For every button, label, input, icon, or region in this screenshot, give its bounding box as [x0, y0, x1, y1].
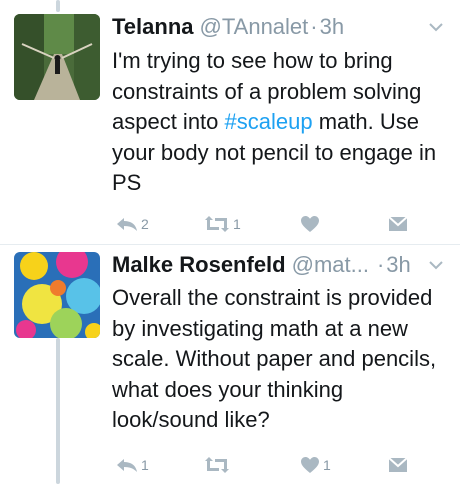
tweet-header: Malke Rosenfeld @mat... ·3h	[112, 252, 446, 286]
avatar-image	[14, 14, 100, 100]
dm-button[interactable]	[388, 453, 408, 477]
separator-dot: ·	[310, 14, 318, 39]
like-count: 1	[323, 457, 331, 473]
display-name[interactable]: Malke Rosenfeld	[112, 252, 286, 277]
timestamp[interactable]: 3h	[386, 252, 410, 277]
avatar-image	[14, 252, 100, 338]
reply-count: 1	[141, 457, 149, 473]
like-button[interactable]	[300, 212, 323, 236]
timestamp[interactable]: 3h	[320, 14, 344, 39]
avatar[interactable]	[14, 252, 100, 338]
reply-icon	[117, 459, 137, 472]
tweet-header: Telanna @TAnnalet·3h	[112, 14, 446, 48]
tweet-malke[interactable]: Malke Rosenfeld @mat... ·3h Overall the co…	[0, 245, 460, 484]
like-button[interactable]: 1	[300, 453, 331, 477]
chevron-down-icon[interactable]	[428, 20, 444, 38]
like-icon	[301, 216, 319, 232]
tweet-text: Overall the constraint is provided by in…	[112, 285, 437, 432]
tweet-telanna[interactable]: Telanna @TAnnalet·3h I'm trying to see ho…	[0, 0, 460, 244]
dm-button[interactable]	[388, 212, 408, 236]
retweet-icon	[205, 216, 229, 232]
like-icon	[301, 457, 319, 473]
tweet-text: I'm trying to see how to bring constrain…	[112, 46, 446, 199]
user-handle[interactable]: @TAnnalet	[200, 14, 309, 39]
reply-button[interactable]: 2	[116, 212, 149, 236]
chevron-down-icon[interactable]	[428, 258, 444, 276]
dm-icon	[388, 216, 408, 231]
retweet-button[interactable]: 1	[204, 212, 241, 236]
avatar[interactable]	[14, 14, 100, 100]
retweet-button[interactable]	[204, 453, 233, 477]
hashtag-link[interactable]: #scaleup	[225, 109, 313, 134]
reply-icon	[117, 218, 137, 231]
retweet-icon	[205, 457, 229, 473]
user-handle[interactable]: @mat...	[292, 252, 369, 277]
reply-count: 2	[141, 216, 149, 232]
reply-button[interactable]: 1	[116, 453, 149, 477]
dm-icon	[388, 457, 408, 472]
display-name[interactable]: Telanna	[112, 14, 194, 39]
retweet-count: 1	[233, 216, 241, 232]
separator-dot: ·	[376, 252, 385, 277]
